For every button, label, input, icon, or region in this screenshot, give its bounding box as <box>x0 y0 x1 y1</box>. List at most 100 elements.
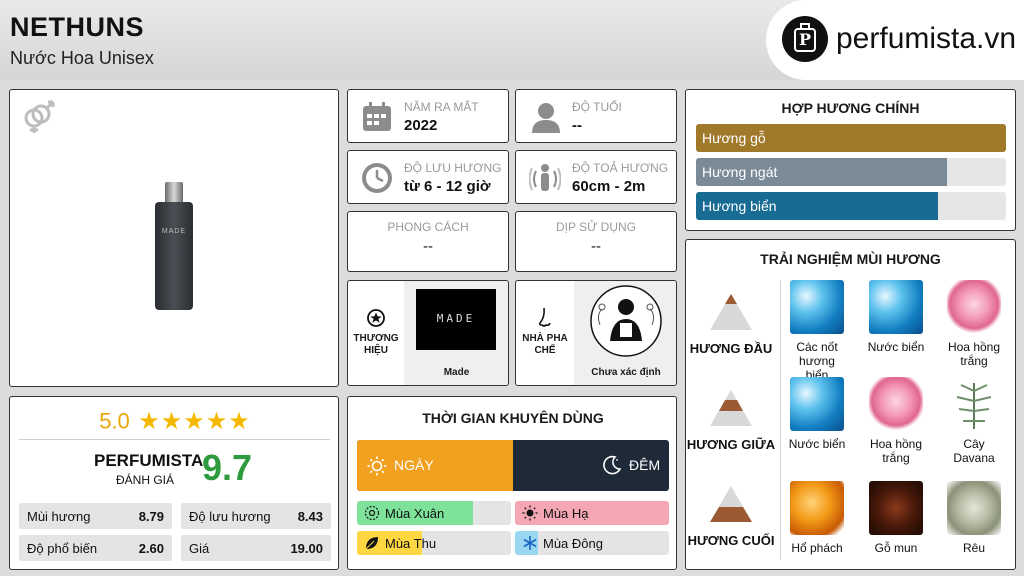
leaf-icon <box>365 537 378 550</box>
note-item[interactable]: Nước biển <box>866 280 926 354</box>
note-item[interactable]: Rêu <box>944 481 1004 555</box>
brand-label-line2: HIỆU <box>364 345 388 356</box>
longevity-label: ĐỘ LƯU HƯƠNG <box>404 161 502 175</box>
sun-icon <box>522 505 538 521</box>
pyramid-middle-icon <box>710 390 752 426</box>
sillage-icon <box>529 164 561 191</box>
stat-scent: Mùi hương 8.79 <box>19 503 172 529</box>
accord-bar: Hương ngát <box>696 158 1006 186</box>
perfumista-score: 9.7 <box>202 447 253 488</box>
season-summer: Mùa Hạ <box>515 501 669 525</box>
rating-panel: 5.0 ★★★★★ PERFUMISTA ĐÁNH GIÁ 9.7 Mùi hư… <box>9 396 339 570</box>
unisex-gender-icon <box>24 100 55 133</box>
perfume-bottle-icon: P <box>782 16 828 62</box>
occasion-value: -- <box>591 238 601 255</box>
longevity-value: từ 6 - 12 giờ <box>404 178 491 195</box>
nose-icon <box>538 307 551 327</box>
brand-logo-image: MADE <box>416 289 496 350</box>
sillage-value: 60cm - 2m <box>572 178 646 195</box>
recommended-time-panel: THỜI GIAN KHUYÊN DÙNG NGÀY ĐÊM Mùa Xuân <box>347 396 677 570</box>
note-item[interactable]: Gỗ mun <box>866 481 926 555</box>
stat-longevity: Độ lưu hương 8.43 <box>181 503 331 529</box>
perfumer-image-box: Chưa xác định <box>574 281 676 385</box>
star-badge-icon <box>367 309 385 327</box>
amber-image <box>790 481 844 535</box>
pyramid-base-icon <box>710 486 752 522</box>
card-brand[interactable]: THƯƠNG HIỆU MADE Made <box>347 280 509 386</box>
rating-value: 5.0 <box>99 408 130 434</box>
perfumer-avatar-icon <box>590 285 662 357</box>
main-accords-panel: HỢP HƯƠNG CHÍNH Hương gỗ Hương ngát Hươn… <box>685 89 1016 231</box>
season-autumn: Mùa Thu <box>357 531 511 555</box>
season-winter: Mùa Đông <box>515 531 669 555</box>
clock-icon <box>362 163 392 193</box>
stat-price: Giá 19.00 <box>181 535 331 561</box>
brand-label-line1: THƯƠNG <box>353 333 399 344</box>
scent-notes-panel: TRẢI NGHIỆM MÙI HƯƠNG HƯƠNG ĐẦU HƯƠNG GI… <box>685 239 1016 570</box>
logo-text: perfumista.vn <box>836 22 1017 55</box>
ocean-wave-image <box>790 377 844 431</box>
accord-label: Hương ngát <box>702 164 778 180</box>
recommended-time-title: THỜI GIAN KHUYÊN DÙNG <box>422 410 604 426</box>
day-night-bar: NGÀY ĐÊM <box>357 440 669 491</box>
night-label: ĐÊM <box>629 457 661 473</box>
snowflake-icon <box>523 536 537 550</box>
note-item[interactable]: Hoa hồng trắng <box>866 377 926 465</box>
season-spring: Mùa Xuân <box>357 501 511 525</box>
notes-divider <box>780 280 781 560</box>
ocean-wave-image <box>869 280 923 334</box>
main-accords-title: HỢP HƯƠNG CHÍNH <box>781 100 920 116</box>
brand-logo-text: MADE <box>436 312 476 325</box>
rose-image <box>869 377 923 431</box>
header: NETHUNS Nước Hoa Unisex P perfumista.vn <box>0 0 1024 80</box>
perfumer-label-line1: NHÀ PHA <box>522 333 568 344</box>
sun-icon <box>367 456 387 476</box>
top-notes-label: HƯƠNG ĐẦU <box>689 341 773 356</box>
page-subtitle: Nước Hoa Unisex <box>10 48 154 68</box>
scent-notes-title: TRẢI NGHIỆM MÙI HƯƠNG <box>760 251 941 267</box>
release-year-label: NĂM RA MẮT <box>404 100 479 114</box>
accord-label: Hương gỗ <box>702 130 766 146</box>
perfumer-label-line2: CHẾ <box>534 345 556 356</box>
style-label: PHONG CÁCH <box>387 220 469 234</box>
perfumista-label: PERFUMISTA <box>94 451 204 470</box>
product-image-panel: MADE <box>9 89 339 387</box>
moon-icon <box>603 455 622 475</box>
release-year-value: 2022 <box>404 117 438 134</box>
card-perfumer[interactable]: NHÀ PHA CHẾ Chưa xác định <box>515 280 677 386</box>
middle-notes-label: HƯƠNG GIỮA <box>686 437 776 452</box>
season-label: Mùa Thu <box>385 536 437 551</box>
rose-image <box>947 280 1001 334</box>
ocean-wave-image <box>790 280 844 334</box>
brand-logo-box: MADE Made <box>404 281 508 385</box>
perfumer-name: Chưa xác định <box>591 367 661 378</box>
moss-image <box>947 481 1001 535</box>
card-longevity: ĐỘ LƯU HƯƠNG từ 6 - 12 giờ <box>347 150 509 204</box>
page-title: NETHUNS <box>10 12 145 42</box>
stat-popularity: Độ phổ biến 2.60 <box>19 535 172 561</box>
accord-bar: Hương gỗ <box>696 124 1006 152</box>
sillage-label: ĐỘ TOẢ HƯƠNG <box>572 161 669 175</box>
note-item[interactable]: Nước biển <box>787 377 847 451</box>
accord-bar: Hương biển <box>696 192 1006 220</box>
style-value: -- <box>423 238 433 255</box>
pyramid-top-icon <box>710 294 752 330</box>
review-label: ĐÁNH GIÁ <box>116 473 175 487</box>
note-item[interactable]: Cây Davana <box>944 377 1004 465</box>
davana-herb-image <box>947 377 1001 431</box>
divider <box>19 439 330 440</box>
brand-logo[interactable]: P perfumista.vn <box>766 0 1024 80</box>
note-item[interactable]: Hổ phách <box>787 481 847 555</box>
bottle-label: MADE <box>161 228 187 235</box>
season-label: Mùa Đông <box>543 536 603 551</box>
ebony-wood-image <box>869 481 923 535</box>
flower-icon <box>364 505 380 521</box>
rating-stars: ★★★★★ <box>138 408 251 435</box>
card-release-year: NĂM RA MẮT 2022 <box>347 89 509 143</box>
product-bottle-image: MADE <box>155 182 193 310</box>
age-label: ĐỘ TUỔI <box>572 100 622 114</box>
note-item[interactable]: Các nốt hương biển <box>787 280 847 382</box>
age-value: -- <box>572 117 582 134</box>
note-item[interactable]: Hoa hồng trắng <box>944 280 1004 368</box>
day-label: NGÀY <box>394 457 434 473</box>
